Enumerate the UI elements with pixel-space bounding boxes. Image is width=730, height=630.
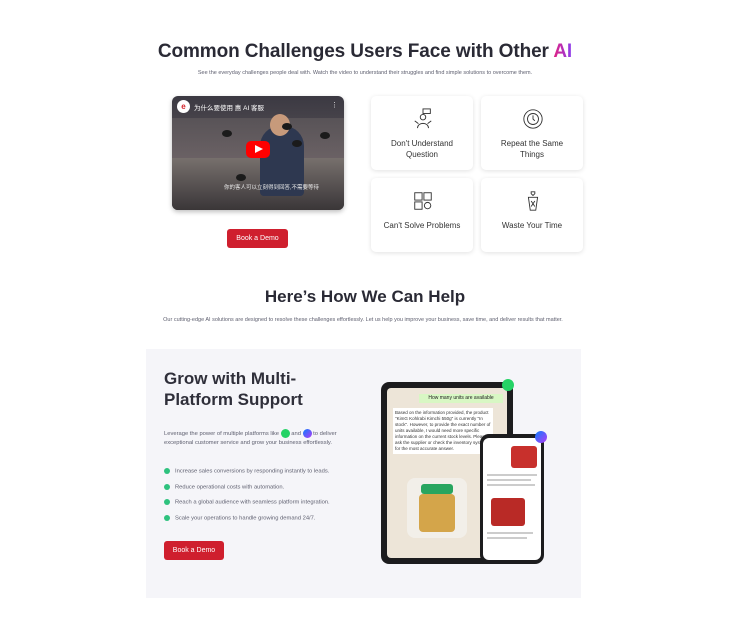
video-caption: 你的客人可以立刻得到回答,不需要等待: [224, 185, 320, 191]
book-demo-button[interactable]: Book a Demo: [227, 229, 288, 248]
book-demo-button[interactable]: Book a Demo: [164, 541, 224, 560]
chat-question: How many units are available: [419, 394, 503, 403]
card-label: Repeat the Same: [500, 139, 564, 148]
confused-person-icon: [414, 108, 432, 129]
check-icon: [164, 468, 170, 474]
help-title: Here’s How We Can Help: [264, 287, 466, 306]
video-player[interactable]: e 为什么要使用 惠 AI 客服 ⋮ 你的客人可以立刻得到回答,不需要等待: [172, 96, 344, 210]
check-icon: [164, 499, 170, 505]
messenger-icon: [302, 429, 312, 438]
hourglass-trash-icon: [527, 191, 539, 211]
card-label: Question: [405, 150, 439, 159]
section-subtitle: See the everyday challenges people deal …: [197, 70, 533, 76]
challenge-card-understand: Don't Understand Question: [371, 96, 473, 170]
check-icon: [164, 484, 170, 490]
phone-mockup: [480, 434, 544, 564]
section-title: Common Challenges Users Face with Other …: [157, 41, 573, 62]
play-button-icon[interactable]: [246, 141, 270, 158]
card-label: Things: [519, 150, 544, 159]
benefit-item: Scale your operations to handle growing …: [164, 515, 316, 522]
challenge-card-repeat: Repeat the Same Things: [481, 96, 583, 170]
card-label: Waste Your Time: [501, 221, 563, 230]
channel-logo: e: [177, 100, 190, 113]
messenger-icon: [535, 431, 547, 443]
benefit-item: Increase sales conversions by responding…: [164, 468, 329, 475]
card-label: Can't Solve Problems: [383, 221, 461, 230]
whatsapp-icon: [502, 379, 514, 391]
check-icon: [164, 515, 170, 521]
tractor-image: [511, 446, 537, 468]
repeat-cycle-icon: [523, 109, 543, 129]
panel-title: Grow with Multi-Platform Support: [164, 369, 303, 409]
panel-text: Leverage the power of multiple platforms…: [164, 429, 364, 448]
help-subtitle: Our cutting-edge AI solutions are design…: [163, 317, 563, 323]
product-image: [407, 478, 467, 538]
card-label: Don't Understand: [390, 139, 453, 148]
challenge-card-time: Waste Your Time: [481, 178, 583, 252]
benefit-item: Reduce operational costs with automation…: [164, 484, 284, 491]
challenge-card-solve: Can't Solve Problems: [371, 178, 473, 252]
more-options-icon[interactable]: ⋮: [331, 101, 338, 109]
chat-answer: Based on the information provided, the p…: [393, 408, 493, 454]
whatsapp-icon: [280, 429, 290, 438]
benefit-item: Reach a global audience with seamless pl…: [164, 499, 330, 506]
tractor-image: [491, 498, 525, 526]
puzzle-gear-icon: [414, 192, 432, 210]
video-title: 为什么要使用 惠 AI 客服: [194, 105, 265, 112]
